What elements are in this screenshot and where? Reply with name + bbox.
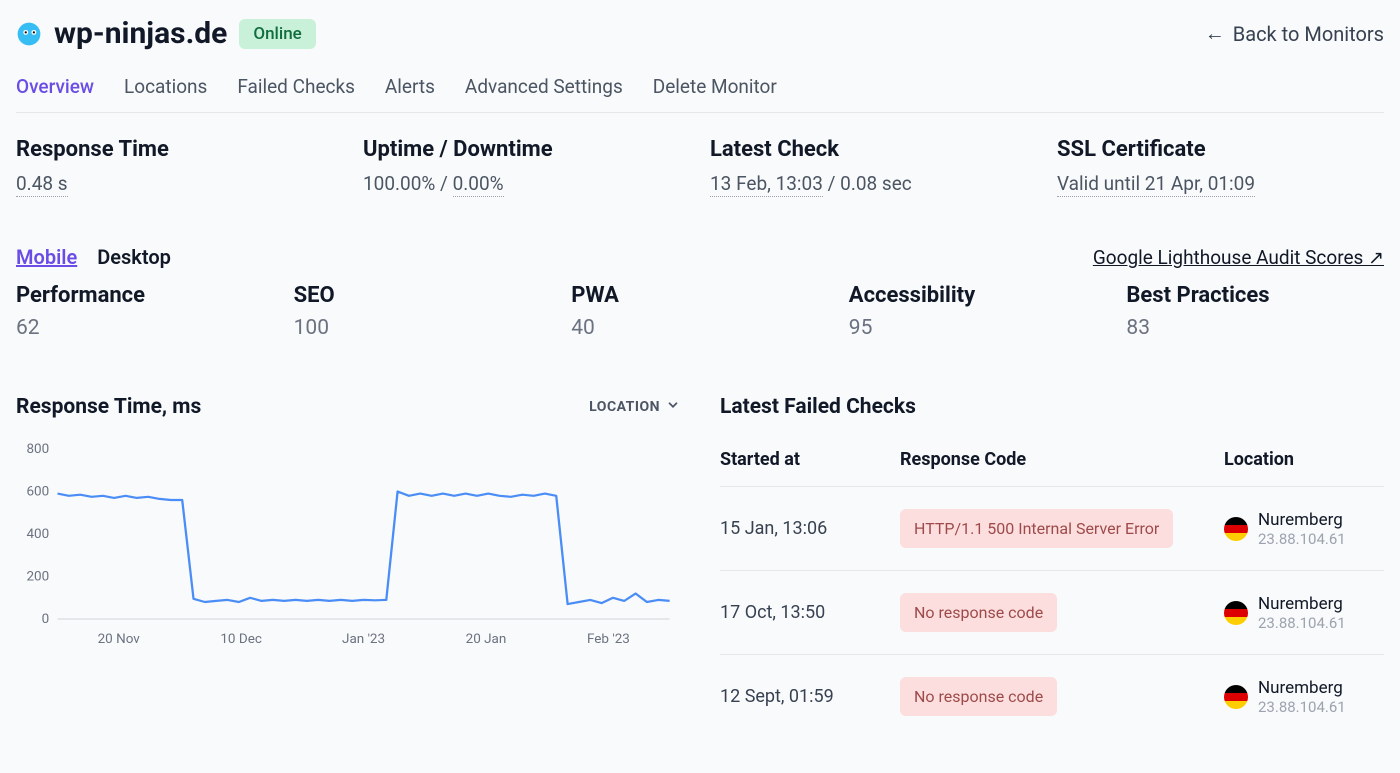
score-value: 95	[849, 316, 1107, 340]
flag-germany-icon	[1224, 601, 1248, 625]
score-best-practices: Best Practices 83	[1126, 283, 1384, 340]
score-label: PWA	[571, 283, 829, 308]
loc-name: Nuremberg	[1258, 594, 1346, 614]
svg-text:Jan '23: Jan '23	[342, 632, 385, 647]
latest-check-time[interactable]: 13 Feb, 13:03	[710, 172, 823, 197]
svg-text:10 Dec: 10 Dec	[220, 632, 262, 647]
failed-date: 12 Sept, 01:59	[720, 686, 880, 707]
stat-label: Latest Check	[710, 137, 1037, 162]
svg-text:0: 0	[42, 612, 50, 627]
loc-name: Nuremberg	[1258, 510, 1346, 530]
score-accessibility: Accessibility 95	[849, 283, 1107, 340]
score-value: 40	[571, 316, 829, 340]
status-badge: Online	[239, 19, 315, 49]
svg-text:600: 600	[26, 485, 49, 500]
stat-label: Response Time	[16, 137, 343, 162]
tab-delete-monitor[interactable]: Delete Monitor	[653, 75, 777, 98]
score-label: Performance	[16, 283, 274, 308]
error-badge: No response code	[900, 677, 1057, 716]
tab-overview[interactable]: Overview	[16, 75, 94, 98]
tab-alerts[interactable]: Alerts	[385, 75, 435, 98]
svg-text:400: 400	[26, 527, 49, 542]
response-time-chart: 0 200 400 600 800 20 Nov 10 Dec Jan '23 20 Jan Fe…	[16, 439, 680, 649]
score-performance: Performance 62	[16, 283, 274, 340]
score-label: Best Practices	[1126, 283, 1384, 308]
flag-germany-icon	[1224, 685, 1248, 709]
failed-checks-title: Latest Failed Checks	[720, 395, 1384, 419]
loc-name: Nuremberg	[1258, 678, 1346, 698]
tab-advanced-settings[interactable]: Advanced Settings	[465, 75, 623, 98]
loc-ip: 23.88.104.61	[1258, 698, 1346, 716]
arrow-left-icon: ←	[1205, 21, 1225, 46]
failed-date: 17 Oct, 13:50	[720, 602, 880, 623]
stat-uptime: Uptime / Downtime 100.00% / 0.00%	[363, 137, 690, 195]
stat-label: Uptime / Downtime	[363, 137, 690, 162]
location-selector[interactable]: LOCATION	[589, 398, 680, 416]
svg-text:Feb '23: Feb '23	[587, 632, 630, 647]
col-started-at: Started at	[720, 449, 880, 470]
stat-latest-check: Latest Check 13 Feb, 13:03 / 0.08 sec	[710, 137, 1037, 195]
back-link-label: Back to Monitors	[1233, 22, 1384, 46]
score-value: 83	[1126, 316, 1384, 340]
score-pwa: PWA 40	[571, 283, 829, 340]
lighthouse-audit-link[interactable]: Google Lighthouse Audit Scores ↗	[1093, 246, 1384, 269]
stat-value[interactable]: 0.48 s	[16, 172, 68, 197]
failed-checks-panel: Latest Failed Checks Started at Response…	[720, 395, 1384, 738]
sub-tab-mobile[interactable]: Mobile	[16, 245, 77, 269]
score-seo: SEO 100	[294, 283, 552, 340]
col-response-code: Response Code	[900, 449, 1204, 470]
failed-check-row[interactable]: 12 Sept, 01:59 No response code Nuremberg2…	[720, 655, 1384, 738]
flag-germany-icon	[1224, 517, 1248, 541]
svg-text:20 Nov: 20 Nov	[98, 632, 141, 647]
error-badge: No response code	[900, 593, 1057, 632]
error-badge: HTTP/1.1 500 Internal Server Error	[900, 509, 1173, 548]
chart-title: Response Time, ms	[16, 395, 201, 419]
svg-text:800: 800	[26, 442, 49, 457]
score-value: 62	[16, 316, 274, 340]
failed-check-row[interactable]: 15 Jan, 13:06 HTTP/1.1 500 Internal Serve…	[720, 487, 1384, 571]
page-title: wp-ninjas.de	[54, 16, 227, 51]
loc-ip: 23.88.104.61	[1258, 614, 1346, 632]
response-time-chart-panel: Response Time, ms LOCATION 0 200 400 600 800…	[16, 395, 680, 738]
svg-text:200: 200	[26, 570, 49, 585]
sub-tab-desktop[interactable]: Desktop	[97, 245, 171, 269]
failed-date: 15 Jan, 13:06	[720, 518, 880, 539]
failed-check-row[interactable]: 17 Oct, 13:50 No response code Nuremberg23…	[720, 571, 1384, 655]
chevron-down-icon	[666, 398, 680, 416]
tab-locations[interactable]: Locations	[124, 75, 207, 98]
loc-ip: 23.88.104.61	[1258, 530, 1346, 548]
stat-label: SSL Certificate	[1057, 137, 1384, 162]
latest-check-duration: 0.08 sec	[840, 172, 912, 195]
col-location: Location	[1224, 449, 1384, 470]
uptime-value: 100.00%	[363, 172, 435, 195]
stat-response-time: Response Time 0.48 s	[16, 137, 343, 195]
downtime-value[interactable]: 0.00%	[453, 172, 504, 197]
score-value: 100	[294, 316, 552, 340]
ssl-value[interactable]: Valid until 21 Apr, 01:09	[1057, 172, 1255, 197]
location-selector-label: LOCATION	[589, 399, 660, 415]
back-to-monitors-link[interactable]: ← Back to Monitors	[1205, 21, 1384, 46]
tab-failed-checks[interactable]: Failed Checks	[237, 75, 355, 98]
site-logo-icon	[16, 21, 42, 47]
score-label: SEO	[294, 283, 552, 308]
score-label: Accessibility	[849, 283, 1107, 308]
main-tabs: Overview Locations Failed Checks Alerts …	[16, 75, 1384, 113]
svg-text:20 Jan: 20 Jan	[466, 632, 507, 647]
stat-ssl: SSL Certificate Valid until 21 Apr, 01:0…	[1057, 137, 1384, 195]
